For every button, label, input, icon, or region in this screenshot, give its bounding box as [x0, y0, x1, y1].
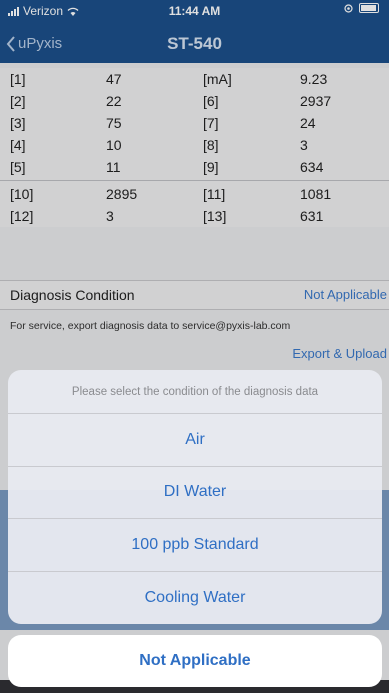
not-applicable-button[interactable]: Not Applicable: [8, 635, 382, 687]
option-air[interactable]: Air: [8, 414, 382, 467]
option-100-ppb-standard[interactable]: 100 ppb Standard: [8, 519, 382, 572]
option-cooling-water[interactable]: Cooling Water: [8, 572, 382, 625]
action-sheet: Please select the condition of the diagn…: [8, 370, 382, 624]
option-di-water[interactable]: DI Water: [8, 467, 382, 519]
action-sheet-title: Please select the condition of the diagn…: [8, 370, 382, 414]
